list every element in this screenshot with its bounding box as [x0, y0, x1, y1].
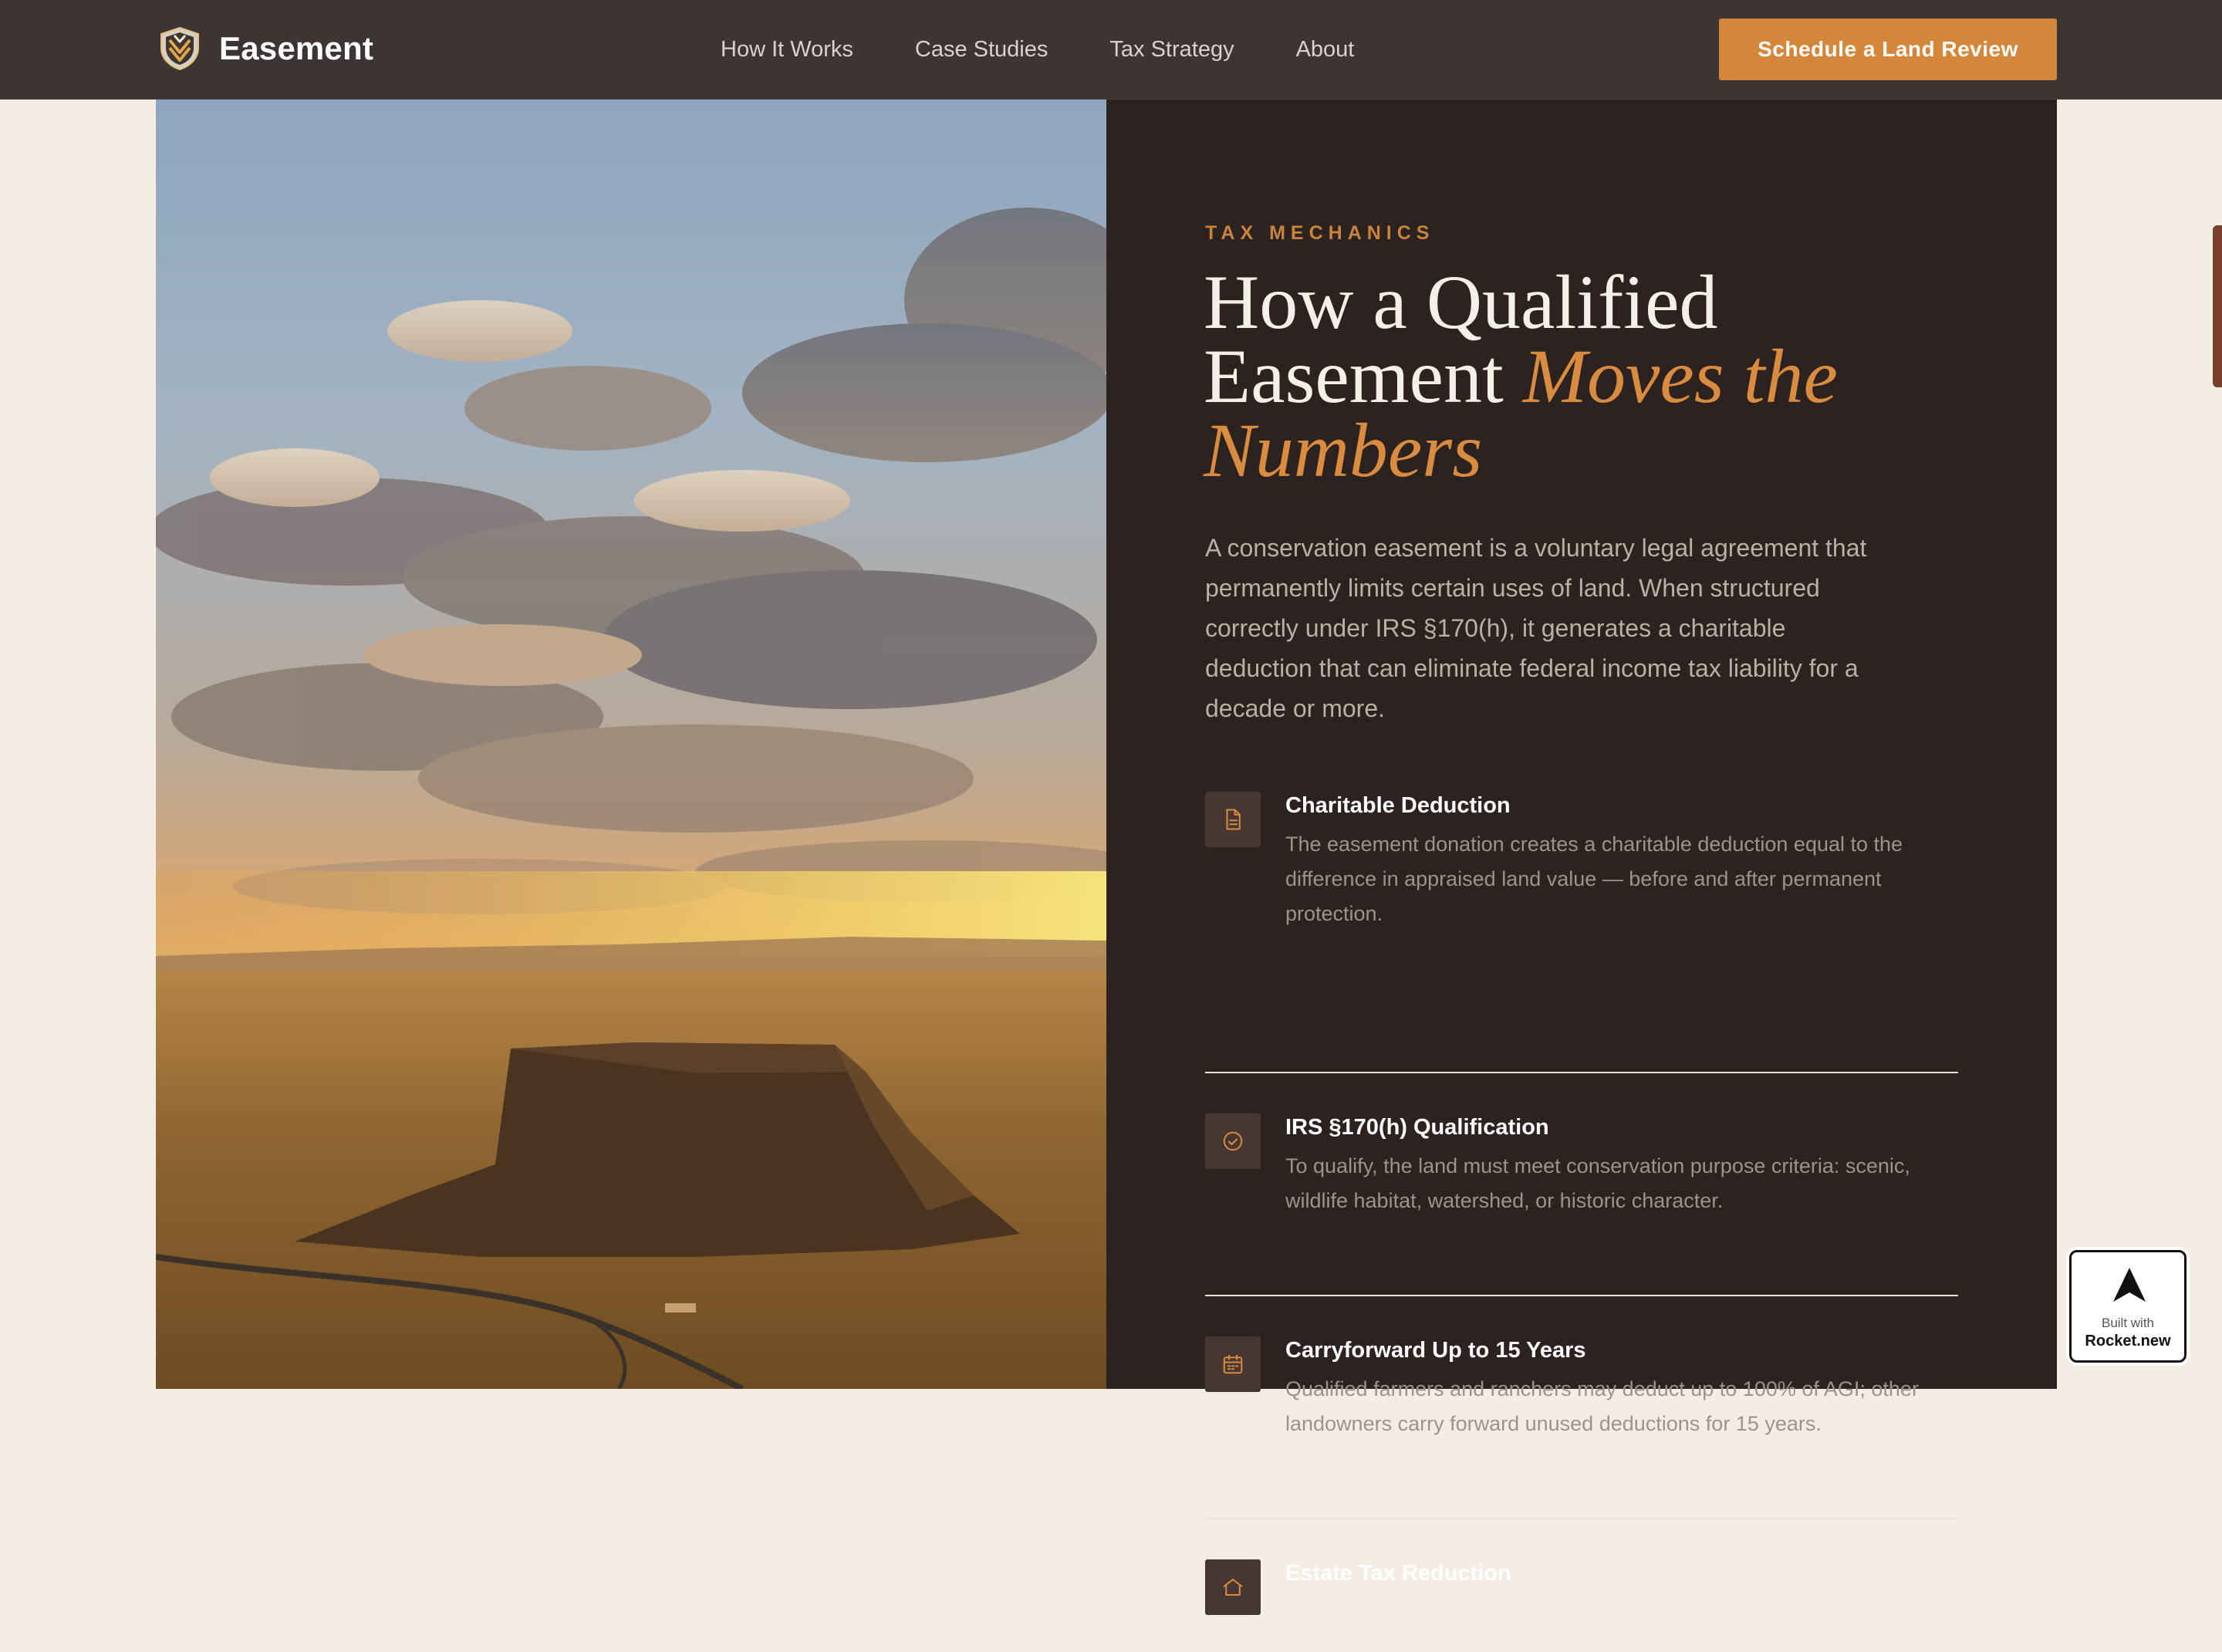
nav-link-about[interactable]: About	[1296, 37, 1355, 62]
built-with-rocket-badge[interactable]: Built with Rocket.new	[2069, 1250, 2187, 1363]
calendar-icon	[1205, 1336, 1261, 1392]
nav-link-tax-strategy[interactable]: Tax Strategy	[1109, 37, 1234, 62]
document-icon	[1205, 792, 1261, 847]
badge-line-1: Built with	[2101, 1316, 2155, 1330]
section-eyebrow: TAX MECHANICS	[1205, 222, 1435, 244]
section-lead-paragraph: A conservation easement is a voluntary l…	[1205, 534, 1867, 722]
feature-title: Estate Tax Reduction	[1285, 1561, 1511, 1586]
nav-link-how-it-works[interactable]: How It Works	[721, 37, 853, 62]
feature-item: IRS §170(h) Qualification To qualify, th…	[1205, 1113, 1958, 1296]
schedule-land-review-button[interactable]: Schedule a Land Review	[1719, 19, 2057, 80]
feature-body: The easement donation creates a charitab…	[1285, 833, 1903, 925]
feature-item: Charitable Deduction The easement donati…	[1205, 792, 1958, 1073]
feature-body: To qualify, the land must meet conservat…	[1285, 1154, 1910, 1212]
feature-title: IRS §170(h) Qualification	[1285, 1115, 1549, 1140]
primary-nav: How It Works Case Studies Tax Strategy A…	[721, 0, 1354, 100]
tax-mechanics-section: TAX MECHANICS How a Qualified Easement M…	[1106, 100, 2057, 1615]
feature-list: Charitable Deduction The easement donati…	[1205, 792, 1958, 1652]
feature-title: Charitable Deduction	[1285, 793, 1511, 818]
feature-item: Carryforward Up to 15 Years Qualified fa…	[1205, 1336, 1958, 1519]
badge-line-2: Rocket.new	[2085, 1333, 2171, 1350]
top-nav: Easement How It Works Case Studies Tax S…	[0, 0, 2222, 100]
feature-title: Carryforward Up to 15 Years	[1285, 1338, 1586, 1363]
nav-link-case-studies[interactable]: Case Studies	[915, 37, 1049, 62]
feature-body: Qualified farmers and ranchers may deduc…	[1285, 1377, 1919, 1435]
brand-name: Easement	[219, 30, 374, 66]
section-headline: How a Qualified Easement Moves the Numbe…	[1204, 264, 1975, 489]
feature-item: Estate Tax Reduction	[1205, 1559, 1958, 1652]
estate-icon	[1205, 1559, 1261, 1615]
check-circle-icon	[1205, 1113, 1261, 1169]
scrollbar-thumb[interactable]	[2213, 225, 2222, 387]
brand-logo[interactable]: Easement	[159, 26, 373, 71]
rocket-icon	[2113, 1268, 2146, 1302]
mesa-sunset-landscape	[156, 100, 1106, 1389]
landscape-photo	[156, 100, 1106, 1389]
shield-crest-icon	[160, 26, 199, 71]
